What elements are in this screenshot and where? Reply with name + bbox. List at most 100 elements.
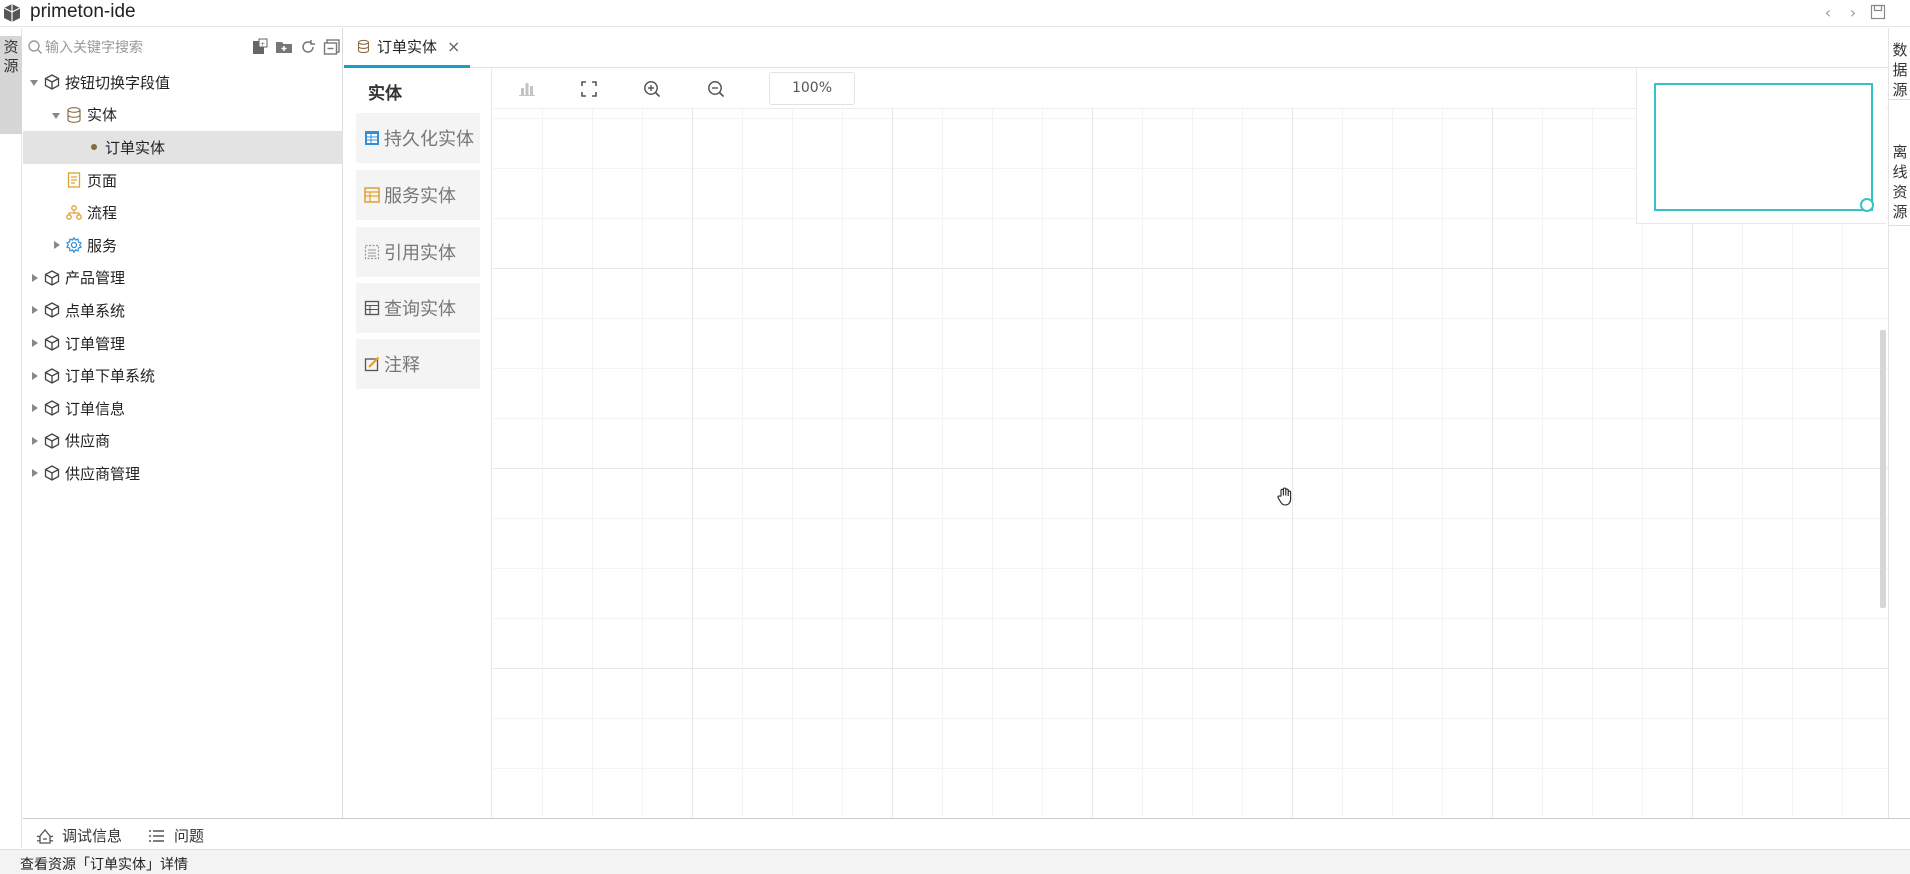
- tree-item-label: 实体: [87, 106, 118, 125]
- tree-item-project[interactable]: 订单信息: [23, 392, 343, 425]
- bar-chart-icon[interactable]: [517, 79, 537, 99]
- save-icon[interactable]: [1870, 4, 1886, 20]
- palette-item-service-entity[interactable]: 服务实体: [356, 170, 480, 220]
- palette-item-label: 服务实体: [384, 186, 456, 207]
- tree-item-project[interactable]: 供应商: [23, 425, 343, 458]
- tree-item-entity-folder[interactable]: 实体: [23, 99, 343, 132]
- tree-item-label: 产品管理: [65, 269, 126, 288]
- tree-item-label: 订单信息: [65, 399, 126, 418]
- problems-label: 问题: [174, 827, 205, 845]
- tree-item-flows[interactable]: 流程: [23, 196, 343, 229]
- debug-info-label: 调试信息: [62, 827, 123, 845]
- tree-item-order-entity[interactable]: 订单实体: [23, 131, 343, 164]
- tree-item-project[interactable]: 点单系统: [23, 294, 343, 327]
- comment-note-icon: [364, 356, 380, 372]
- tree-item-label: 流程: [87, 204, 118, 223]
- expand-arrow-icon[interactable]: [29, 467, 41, 479]
- debug-icon: [36, 828, 54, 844]
- palette-item-query-entity[interactable]: 查询实体: [356, 283, 480, 333]
- editor-tab-bar: 订单实体 ×: [344, 28, 1888, 68]
- new-file-icon[interactable]: +: [251, 38, 269, 56]
- tree-item-project[interactable]: 订单下单系统: [23, 359, 343, 392]
- tree-item-label: 订单管理: [65, 334, 126, 353]
- refresh-icon[interactable]: [299, 38, 317, 56]
- service-entity-icon: [364, 187, 380, 203]
- expand-arrow-icon[interactable]: [29, 304, 41, 316]
- status-text: 查看资源「订单实体」详情: [20, 857, 188, 873]
- expand-arrow-icon[interactable]: [29, 370, 41, 382]
- resource-tree: 按钮切换字段值 实体 订单实体 页面 流程 服务 产品管理 点单系统 订单管理 …: [23, 66, 343, 490]
- tree-item-label: 点单系统: [65, 301, 126, 320]
- ide-window: primeton-ide ‹ › 资源 +: [0, 0, 1910, 874]
- tree-item-services[interactable]: 服务: [23, 229, 343, 262]
- expand-arrow-icon[interactable]: [29, 402, 41, 414]
- tree-item-label: 页面: [87, 171, 118, 190]
- expand-arrow-icon[interactable]: [29, 272, 41, 284]
- expand-arrow-icon[interactable]: [29, 76, 41, 88]
- close-icon[interactable]: ×: [447, 37, 460, 56]
- package-icon: [44, 400, 60, 416]
- palette-item-persistent-entity[interactable]: 持久化实体: [356, 113, 480, 163]
- package-icon: [44, 270, 60, 286]
- search-input[interactable]: [45, 36, 255, 60]
- tree-item-label: 订单下单系统: [65, 367, 156, 386]
- resource-explorer: +: [23, 28, 343, 818]
- minimap-viewport[interactable]: [1654, 83, 1874, 212]
- datasource-side-tab-label: 数据源: [1892, 41, 1908, 99]
- tree-item-label: 服务: [87, 236, 118, 255]
- database-icon: [67, 106, 81, 123]
- list-icon: [149, 829, 164, 842]
- package-icon: [44, 433, 60, 449]
- fullscreen-icon[interactable]: [579, 79, 599, 99]
- bottom-panel-bar: 调试信息 问题: [23, 818, 1910, 849]
- entity-dot-icon: [91, 144, 97, 151]
- zoom-out-icon[interactable]: [706, 79, 726, 99]
- right-rail: 数据源 离线资源: [1888, 28, 1910, 818]
- package-icon: [44, 465, 60, 482]
- resource-side-tab[interactable]: 资源: [0, 36, 22, 134]
- query-entity-icon: [364, 300, 380, 316]
- explorer-actions: +: [251, 38, 341, 56]
- tree-item-pages[interactable]: 页面: [23, 164, 343, 197]
- tab-order-entity[interactable]: 订单实体 ×: [344, 28, 470, 68]
- expand-arrow-icon[interactable]: [51, 109, 63, 121]
- flow-icon: [66, 204, 82, 220]
- zoom-in-icon[interactable]: [642, 79, 662, 99]
- datasource-side-tab[interactable]: 数据源: [1889, 32, 1910, 100]
- tree-item-label: 供应商: [65, 432, 111, 451]
- palette-item-label: 持久化实体: [384, 129, 474, 150]
- app-title: primeton-ide: [30, 1, 136, 22]
- tree-item-label: 按钮切换字段值: [65, 73, 171, 92]
- forward-icon[interactable]: ›: [1843, 3, 1863, 23]
- minimap-resize-handle[interactable]: [1860, 198, 1874, 212]
- minimap[interactable]: [1636, 69, 1886, 224]
- canvas-vertical-scrollbar[interactable]: [1880, 330, 1886, 608]
- tree-item-project[interactable]: 按钮切换字段值: [23, 66, 343, 99]
- hand-cursor-icon: [1277, 487, 1292, 506]
- palette-title: 实体: [368, 84, 402, 104]
- palette-item-label: 查询实体: [384, 299, 456, 320]
- debug-info-tab[interactable]: 调试信息: [36, 825, 122, 846]
- tree-item-project[interactable]: 订单管理: [23, 327, 343, 360]
- new-folder-icon[interactable]: [275, 38, 293, 56]
- offline-resource-side-tab[interactable]: 离线资源: [1889, 134, 1910, 226]
- title-bar: primeton-ide ‹ ›: [0, 0, 1910, 27]
- expand-arrow-icon[interactable]: [29, 337, 41, 349]
- tree-item-project[interactable]: 供应商管理: [23, 457, 343, 490]
- page-icon: [67, 172, 81, 188]
- back-icon[interactable]: ‹: [1818, 3, 1838, 23]
- persistent-entity-icon: [365, 131, 379, 145]
- zoom-level-field[interactable]: 100%: [769, 72, 855, 105]
- expand-arrow-icon[interactable]: [51, 239, 63, 251]
- palette-item-reference-entity[interactable]: 引用实体: [356, 227, 480, 277]
- reference-entity-icon: [364, 244, 380, 260]
- resource-side-tab-label: 资源: [3, 38, 19, 75]
- package-icon: [44, 367, 60, 384]
- problems-tab[interactable]: 问题: [148, 825, 204, 846]
- entity-palette: 实体 持久化实体 服务实体 引用实体 查询实体 注释: [344, 69, 492, 817]
- tree-item-project[interactable]: 产品管理: [23, 262, 343, 295]
- collapse-all-icon[interactable]: [323, 38, 341, 56]
- palette-item-comment[interactable]: 注释: [356, 339, 480, 389]
- expand-arrow-icon[interactable]: [29, 435, 41, 447]
- palette-item-label: 注释: [384, 355, 420, 376]
